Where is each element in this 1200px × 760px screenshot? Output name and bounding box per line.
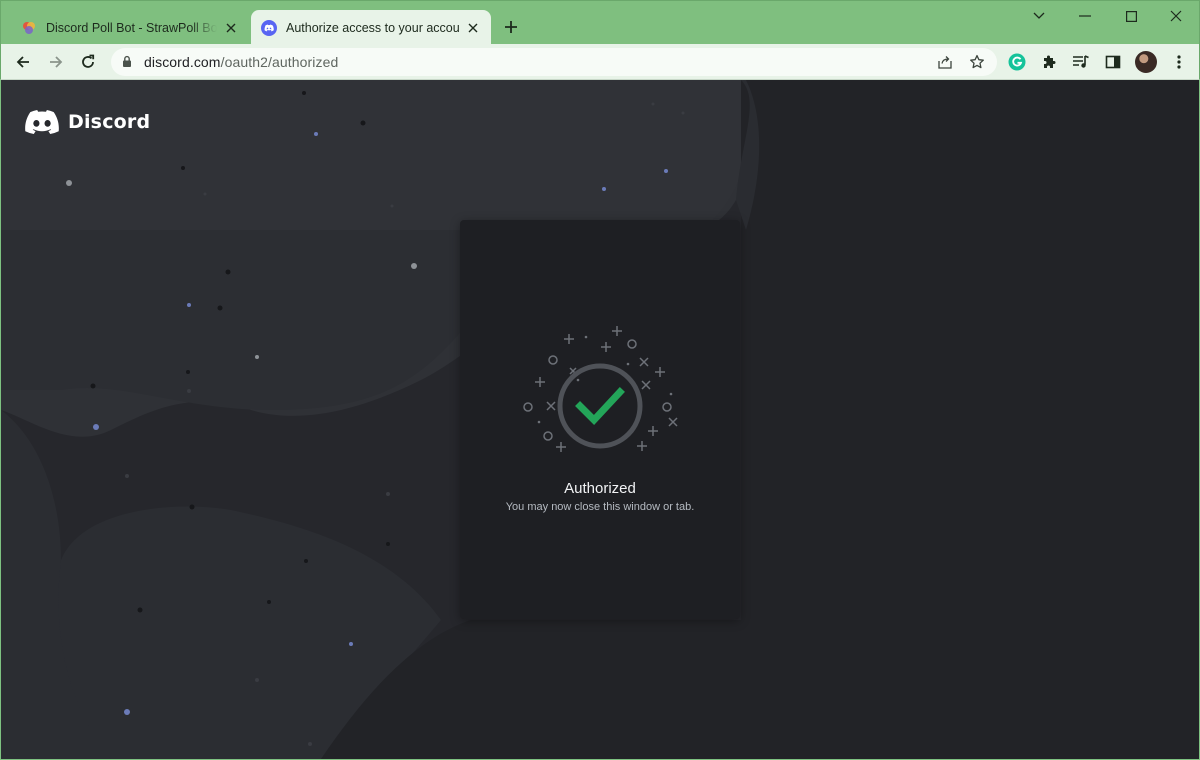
reload-button[interactable] xyxy=(76,50,100,74)
browser-tab-strip: Discord Poll Bot - StrawPoll Bot fo Auth… xyxy=(0,0,1200,45)
checkmark-icon xyxy=(575,387,625,426)
minimize-button[interactable] xyxy=(1062,5,1108,27)
forward-arrow-icon xyxy=(50,56,63,68)
puzzle-icon xyxy=(1044,55,1056,68)
close-icon xyxy=(1170,10,1182,22)
sparkle-icons xyxy=(535,326,678,452)
strawpoll-favicon xyxy=(23,21,35,34)
minimize-icon xyxy=(1079,15,1091,17)
side-panel-icon xyxy=(1105,55,1121,69)
discord-clyde-icon xyxy=(25,110,59,134)
extensions-button[interactable] xyxy=(1038,51,1060,73)
profile-avatar[interactable] xyxy=(1135,51,1157,73)
grammarly-extension[interactable] xyxy=(1006,51,1028,73)
share-icon xyxy=(938,56,952,69)
card-title: Authorized xyxy=(564,480,636,497)
media-control-button[interactable] xyxy=(1070,51,1092,73)
media-queue-icon xyxy=(1073,55,1089,68)
url-text: discord.com/oauth2/authorized xyxy=(144,54,338,70)
tab-authorize-access[interactable]: Authorize access to your account xyxy=(251,10,491,45)
tab-close-icon[interactable] xyxy=(223,20,239,36)
address-bar[interactable]: discord.com/oauth2/authorized xyxy=(111,48,997,76)
close-window-button[interactable] xyxy=(1153,5,1199,27)
url-domain: discord.com xyxy=(144,54,221,70)
browser-toolbar: discord.com/oauth2/authorized xyxy=(0,44,1200,80)
tab-title: Discord Poll Bot - StrawPoll Bot fo xyxy=(46,20,217,35)
authorized-illustration xyxy=(523,326,678,452)
maximize-button[interactable] xyxy=(1108,5,1154,27)
maximize-icon xyxy=(1125,10,1137,22)
url-path: /oauth2/authorized xyxy=(220,54,339,70)
page-viewport: Discord Authorized You may now close thi… xyxy=(1,80,1199,759)
browser-menu-button[interactable] xyxy=(1168,51,1190,73)
grammarly-icon xyxy=(1008,53,1026,71)
forward-button[interactable] xyxy=(44,50,68,74)
lock-icon[interactable] xyxy=(122,55,132,68)
new-tab-button[interactable] xyxy=(501,17,521,37)
kebab-menu-icon xyxy=(1177,55,1181,69)
plus-icon xyxy=(505,21,517,33)
discord-favicon xyxy=(261,19,277,36)
chevron-down-icon xyxy=(1033,12,1045,19)
discord-logo[interactable]: Discord xyxy=(25,110,150,134)
back-arrow-icon xyxy=(16,56,29,68)
bookmark-button[interactable] xyxy=(968,53,986,71)
card-subtitle: You may now close this window or tab. xyxy=(505,501,695,513)
authorized-card: Authorized You may now close this window… xyxy=(460,220,740,619)
brand-name: Discord xyxy=(68,111,151,133)
tab-close-icon[interactable] xyxy=(465,20,481,36)
reload-icon xyxy=(82,54,95,68)
back-button[interactable] xyxy=(11,50,35,74)
star-icon xyxy=(970,54,984,69)
share-button[interactable] xyxy=(936,53,954,71)
tab-search-button[interactable] xyxy=(1016,5,1062,27)
side-panel-button[interactable] xyxy=(1102,51,1124,73)
tab-title: Authorize access to your account xyxy=(286,20,459,35)
tab-discord-poll-bot[interactable]: Discord Poll Bot - StrawPoll Bot fo xyxy=(11,10,249,45)
